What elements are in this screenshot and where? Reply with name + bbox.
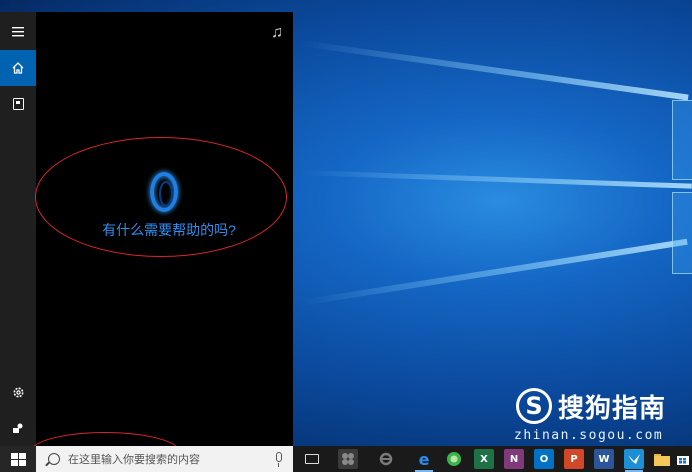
green-circle-icon bbox=[447, 452, 461, 466]
notebook-icon bbox=[12, 98, 24, 110]
taskbar-word[interactable]: W bbox=[594, 449, 614, 469]
hamburger-icon bbox=[12, 27, 24, 37]
settings-button[interactable] bbox=[0, 374, 36, 410]
gear-icon bbox=[13, 387, 23, 397]
wallpaper-beam bbox=[299, 40, 689, 101]
app-icon bbox=[342, 453, 354, 465]
taskbar-store[interactable] bbox=[674, 449, 692, 469]
home-icon bbox=[12, 62, 24, 74]
microphone-icon[interactable] bbox=[276, 452, 282, 467]
excel-icon: X bbox=[480, 453, 488, 465]
taskbar: e X N O P W bbox=[0, 446, 692, 472]
feedback-icon bbox=[13, 423, 23, 433]
watermark-url: zhinan.sogou.com bbox=[514, 428, 664, 443]
taskbar-file-explorer[interactable] bbox=[652, 449, 672, 469]
hamburger-menu-button[interactable] bbox=[0, 14, 36, 50]
folder-icon bbox=[654, 454, 670, 466]
taskbar-excel[interactable]: X bbox=[474, 449, 494, 469]
search-icon bbox=[48, 453, 60, 465]
watermark-name: 搜狗指南 bbox=[558, 394, 667, 424]
wallpaper-window-pane bbox=[672, 192, 692, 274]
cortana-nav-rail bbox=[0, 12, 36, 446]
notebook-button[interactable] bbox=[0, 86, 36, 122]
store-icon bbox=[677, 456, 689, 465]
sogou-watermark: S 搜狗指南 zhinan.sogou.com bbox=[514, 384, 684, 444]
taskbar-powerpoint[interactable]: P bbox=[564, 449, 584, 469]
taskbar-green-app[interactable] bbox=[444, 449, 464, 469]
taskbar-internet-explorer[interactable] bbox=[376, 449, 396, 469]
taskbar-pinned-app[interactable] bbox=[624, 449, 644, 472]
taskbar-onenote[interactable]: N bbox=[504, 449, 524, 469]
windows-logo-icon bbox=[10, 452, 26, 466]
search-input[interactable] bbox=[68, 452, 258, 466]
annotation-ellipse-greeting bbox=[35, 137, 287, 257]
onenote-icon: N bbox=[509, 453, 519, 465]
wallpaper-beam bbox=[299, 170, 692, 189]
bird-icon bbox=[628, 454, 640, 464]
wallpaper-window-pane bbox=[672, 100, 692, 180]
home-button[interactable] bbox=[0, 50, 36, 86]
start-button[interactable] bbox=[0, 446, 36, 472]
internet-explorer-icon bbox=[379, 452, 393, 466]
taskbar-outlook[interactable]: O bbox=[534, 449, 554, 469]
taskbar-search-box[interactable] bbox=[36, 446, 293, 472]
music-note-icon[interactable]: ♫ bbox=[271, 24, 283, 42]
outlook-icon: O bbox=[539, 453, 549, 465]
edge-icon: e bbox=[418, 449, 430, 469]
word-icon: W bbox=[598, 453, 610, 465]
wallpaper-beam bbox=[299, 238, 688, 306]
feedback-button[interactable] bbox=[0, 410, 36, 446]
task-view-icon bbox=[305, 454, 319, 464]
task-view-button[interactable] bbox=[302, 449, 322, 469]
taskbar-edge[interactable]: e bbox=[414, 449, 434, 472]
sogou-logo: S bbox=[516, 388, 552, 424]
taskbar-app-dim[interactable] bbox=[338, 449, 358, 469]
powerpoint-icon: P bbox=[570, 453, 578, 465]
